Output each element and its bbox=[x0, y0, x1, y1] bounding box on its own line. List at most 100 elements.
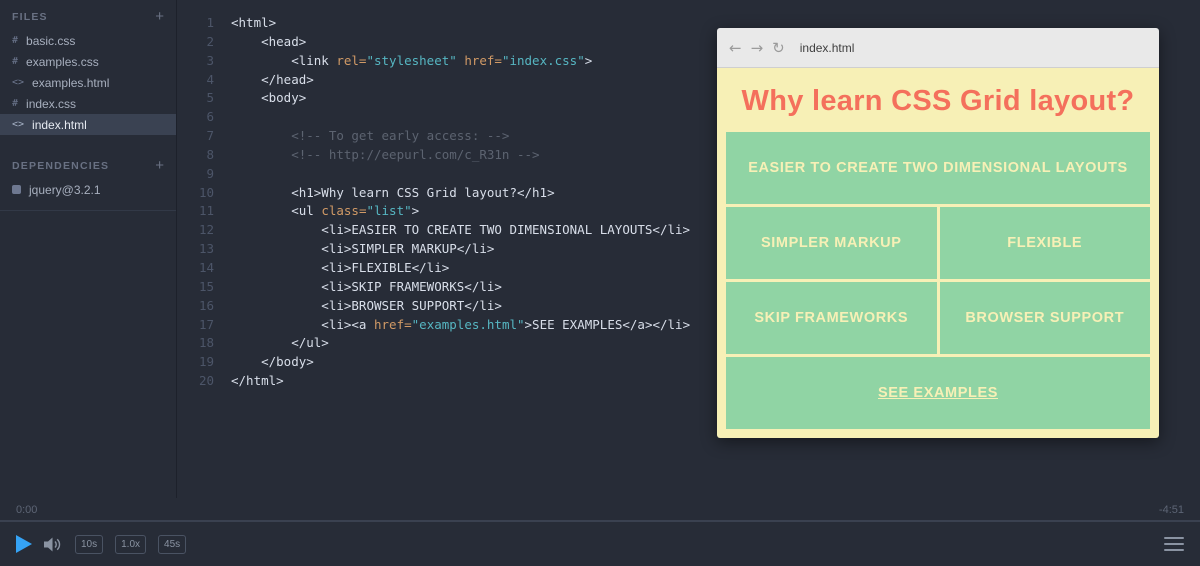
refresh-icon[interactable]: ↻ bbox=[772, 39, 785, 57]
html-file-icon: <> bbox=[12, 77, 24, 88]
rewind-10s-button[interactable]: 10s bbox=[75, 535, 103, 554]
line-content: <!-- http://eepurl.com/c_R31n --> bbox=[231, 146, 540, 165]
sidebar-file-examples.html[interactable]: <> examples.html bbox=[0, 72, 176, 93]
file-name: basic.css bbox=[26, 34, 75, 48]
line-number: 10 bbox=[178, 184, 214, 203]
line-number: 15 bbox=[178, 278, 214, 297]
line-content: </head> bbox=[231, 71, 314, 90]
line-number: 20 bbox=[178, 372, 214, 391]
code-token: <li><a bbox=[231, 317, 374, 332]
sidebar-file-examples.css[interactable]: # examples.css bbox=[0, 51, 176, 72]
code-token: <li>SKIP FRAMEWORKS</li> bbox=[231, 279, 502, 294]
line-number: 19 bbox=[178, 353, 214, 372]
browser-preview-window: ← → ↻ index.html Why learn CSS Grid layo… bbox=[717, 28, 1159, 438]
playback-bar: 0:00 -4:51 10s 1.0x 45s bbox=[0, 498, 1200, 566]
add-file-button[interactable]: + bbox=[155, 9, 164, 24]
volume-icon[interactable] bbox=[44, 537, 63, 552]
code-token: href= bbox=[374, 317, 412, 332]
code-token: "index.css" bbox=[502, 53, 585, 68]
line-number: 3 bbox=[178, 52, 214, 71]
line-content: <html> bbox=[231, 14, 276, 33]
playback-speed-button[interactable]: 1.0x bbox=[115, 535, 146, 554]
code-token: </head> bbox=[231, 72, 314, 87]
code-token: >SEE EXAMPLES</a></li> bbox=[525, 317, 691, 332]
line-content: <h1>Why learn CSS Grid layout?</h1> bbox=[231, 184, 555, 203]
line-content: <li>BROWSER SUPPORT</li> bbox=[231, 297, 502, 316]
preview-item-label: SEE EXAMPLES bbox=[878, 385, 998, 401]
line-number: 9 bbox=[178, 165, 214, 184]
file-list: #basic.css#examples.css<>examples.html#i… bbox=[0, 30, 176, 135]
code-token: <link bbox=[231, 53, 336, 68]
file-name: examples.css bbox=[26, 55, 99, 69]
files-section-header: FILES + bbox=[0, 0, 176, 30]
code-token: <head> bbox=[231, 34, 306, 49]
line-number: 14 bbox=[178, 259, 214, 278]
preview-grid-item: BROWSER SUPPORT bbox=[940, 282, 1151, 354]
code-token: </ul> bbox=[231, 335, 329, 350]
preview-item-label: EASIER TO CREATE TWO DIMENSIONAL LAYOUTS bbox=[748, 160, 1128, 176]
preview-grid-link-item[interactable]: SEE EXAMPLES bbox=[726, 357, 1150, 429]
code-token: > bbox=[412, 203, 420, 218]
sidebar-file-basic.css[interactable]: # basic.css bbox=[0, 30, 176, 51]
code-token: href= bbox=[464, 53, 502, 68]
css-file-icon: # bbox=[12, 35, 18, 46]
scrimba-app: FILES + #basic.css#examples.css<>example… bbox=[0, 0, 1200, 566]
browser-toolbar: ← → ↻ index.html bbox=[717, 28, 1159, 68]
preview-grid-item: SIMPLER MARKUP bbox=[726, 207, 937, 279]
code-token: <li>BROWSER SUPPORT</li> bbox=[231, 298, 502, 313]
code-token: <h1>Why learn CSS Grid layout?</h1> bbox=[231, 185, 555, 200]
code-token: "stylesheet" bbox=[366, 53, 456, 68]
code-token: <!-- http://eepurl.com/c_R31n --> bbox=[231, 147, 540, 162]
html-file-icon: <> bbox=[12, 119, 24, 130]
line-content: <li><a href="examples.html">SEE EXAMPLES… bbox=[231, 316, 690, 335]
file-name: examples.html bbox=[32, 76, 109, 90]
code-token: </body> bbox=[231, 354, 314, 369]
forward-icon[interactable]: → bbox=[751, 39, 764, 57]
dependency-jquery@3.2.1[interactable]: jquery@3.2.1 bbox=[0, 179, 176, 200]
files-header-label: FILES bbox=[12, 11, 48, 23]
css-file-icon: # bbox=[12, 98, 18, 109]
forward-45s-button[interactable]: 45s bbox=[158, 535, 186, 554]
back-icon[interactable]: ← bbox=[729, 39, 742, 57]
current-time-label: 0:00 bbox=[16, 504, 37, 516]
preview-grid-item: FLEXIBLE bbox=[940, 207, 1151, 279]
line-content: <!-- To get early access: --> bbox=[231, 127, 509, 146]
line-content: <link rel="stylesheet" href="index.css"> bbox=[231, 52, 592, 71]
line-number: 2 bbox=[178, 33, 214, 52]
code-token: <ul bbox=[231, 203, 321, 218]
add-dependency-button[interactable]: + bbox=[155, 158, 164, 173]
code-token: "examples.html" bbox=[412, 317, 525, 332]
line-number: 5 bbox=[178, 89, 214, 108]
dependencies-header-label: DEPENDENCIES bbox=[12, 160, 109, 172]
file-name: index.html bbox=[32, 118, 87, 132]
preview-page: Why learn CSS Grid layout? EASIER TO CRE… bbox=[717, 68, 1159, 438]
code-token: </html> bbox=[231, 373, 284, 388]
line-number: 12 bbox=[178, 221, 214, 240]
code-token: > bbox=[585, 53, 593, 68]
line-content: <head> bbox=[231, 33, 306, 52]
code-token: <html> bbox=[231, 15, 276, 30]
line-content: <li>FLEXIBLE</li> bbox=[231, 259, 449, 278]
line-number: 7 bbox=[178, 127, 214, 146]
line-number: 17 bbox=[178, 316, 214, 335]
sidebar-file-index.html[interactable]: <> index.html bbox=[0, 114, 176, 135]
preview-page-heading: Why learn CSS Grid layout? bbox=[726, 85, 1150, 118]
code-token: <li>FLEXIBLE</li> bbox=[231, 260, 449, 275]
code-token: <li>SIMPLER MARKUP</li> bbox=[231, 241, 494, 256]
player-controls: 10s 1.0x 45s bbox=[0, 522, 1200, 566]
code-token: <!-- To get early access: --> bbox=[231, 128, 509, 143]
sidebar-file-index.css[interactable]: #index.css bbox=[0, 93, 176, 114]
line-content: <li>SIMPLER MARKUP</li> bbox=[231, 240, 494, 259]
line-number: 6 bbox=[178, 108, 214, 127]
preview-item-label: SIMPLER MARKUP bbox=[761, 235, 902, 251]
play-button[interactable] bbox=[16, 535, 32, 553]
preview-grid-item: EASIER TO CREATE TWO DIMENSIONAL LAYOUTS bbox=[726, 132, 1150, 204]
sidebar: FILES + #basic.css#examples.css<>example… bbox=[0, 0, 177, 498]
preview-grid-item: SKIP FRAMEWORKS bbox=[726, 282, 937, 354]
package-icon bbox=[12, 185, 21, 194]
playlist-icon[interactable] bbox=[1164, 537, 1184, 551]
line-number: 13 bbox=[178, 240, 214, 259]
css-file-icon: # bbox=[12, 56, 18, 67]
code-token: class= bbox=[321, 203, 366, 218]
remaining-time-label: -4:51 bbox=[1159, 504, 1184, 516]
